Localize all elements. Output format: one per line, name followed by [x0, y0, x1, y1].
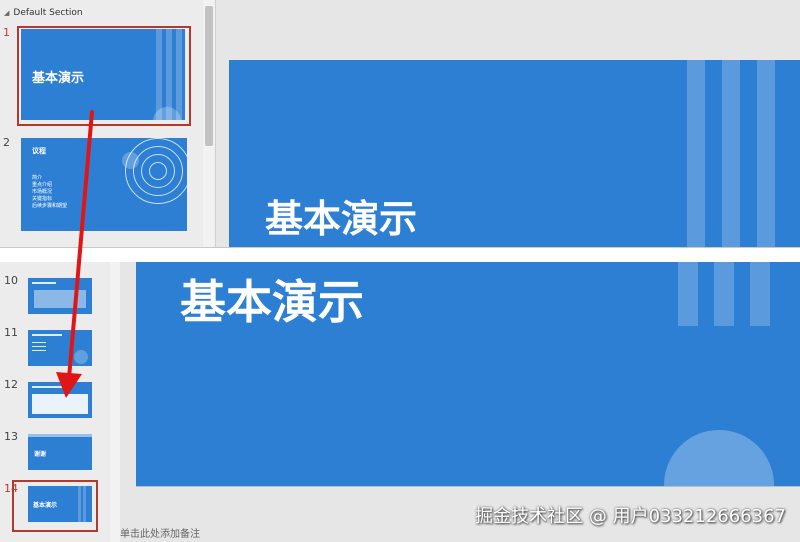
slide-number-12: 12 — [4, 378, 18, 391]
thumbnail-scrollbar[interactable] — [203, 0, 215, 247]
slide-number-1: 1 — [3, 26, 10, 39]
slide-thumbnail-title: 谢谢 — [34, 451, 47, 458]
slide-thumbnail-title: 基本演示 — [32, 71, 85, 86]
thumb-table — [34, 290, 86, 308]
slide-thumbnail-12[interactable] — [28, 382, 92, 418]
slide-thumbnail-title: 基本演示 — [33, 502, 58, 509]
thumb-ring — [149, 162, 167, 180]
thumb-heading — [32, 282, 56, 284]
slide-circle — [664, 430, 774, 486]
slide-canvas[interactable]: 基本演示 — [229, 60, 800, 247]
thumbnail-scrollbar[interactable] — [110, 262, 120, 542]
slide-number-13: 13 — [4, 430, 18, 443]
thumb-stripe — [156, 29, 162, 120]
slide-stripe — [722, 60, 740, 247]
notes-placeholder[interactable]: 单击此处添加备注 — [120, 525, 200, 540]
slide-thumbnail-13[interactable]: 谢谢 — [28, 434, 92, 470]
slide-thumbnail-10[interactable] — [28, 278, 92, 314]
slide-number-10: 10 — [4, 274, 18, 287]
slide-thumbnail-2[interactable]: 议程 简介 重点介绍 市场概况 关键指标 后续步骤和期望 — [21, 138, 187, 231]
watermark-text: 掘金技术社区 @ 用户033212666367 — [475, 506, 786, 527]
thumb-stripe — [83, 486, 86, 522]
thumb-text-line — [32, 342, 46, 343]
slide-thumbnail-14[interactable]: 基本演示 — [28, 486, 92, 522]
slide-canvas[interactable]: 基本演示 — [136, 262, 800, 486]
slide-stripe — [757, 60, 775, 247]
slide-thumbnail-pane: 10 11 12 13 谢谢 14 基本演示 — [0, 262, 111, 542]
thumb-circle — [74, 350, 88, 364]
thumbnail-scrollbar-thumb[interactable] — [205, 6, 213, 146]
agenda-item: 简介 — [32, 175, 43, 181]
slide-stripe — [687, 60, 705, 247]
agenda-item: 关键指标 — [32, 196, 53, 202]
thumb-band — [28, 434, 92, 437]
slide-stripe — [714, 262, 734, 326]
thumb-heading — [32, 386, 62, 388]
thumb-stripe — [176, 29, 182, 120]
slide-title[interactable]: 基本演示 — [265, 188, 417, 243]
slide-thumbnail-11[interactable] — [28, 330, 92, 366]
collapse-triangle-icon[interactable]: ◢ — [4, 9, 9, 17]
thumb-heading — [32, 334, 62, 336]
thumb-stripe — [78, 486, 81, 522]
slide-thumbnail-title: 议程 — [32, 147, 46, 155]
slide-title[interactable]: 基本演示 — [180, 266, 364, 332]
section-header[interactable]: ◢ Default Section — [4, 8, 83, 18]
notes-divider[interactable] — [136, 486, 800, 487]
slide-thumbnail-1[interactable]: 基本演示 — [21, 29, 185, 120]
thumb-table — [32, 394, 88, 414]
thumb-text-line — [32, 346, 46, 347]
slide-number-11: 11 — [4, 326, 18, 339]
slide-stripe — [678, 262, 698, 326]
slide-number-2: 2 — [3, 136, 10, 149]
slide-thumbnail-pane: ◢ Default Section 1 基本演示 2 议程 简介 重点介绍 市场… — [0, 0, 216, 247]
agenda-item: 重点介绍 — [32, 182, 53, 188]
agenda-item: 市场概况 — [32, 189, 53, 195]
slide-stripe — [750, 262, 770, 326]
agenda-item: 后续步骤和期望 — [32, 203, 68, 209]
section-header-label: Default Section — [13, 8, 83, 18]
screenshot-divider — [0, 248, 800, 262]
thumb-text-line — [32, 350, 46, 351]
bottom-editor-pane: 10 11 12 13 谢谢 14 基本演示 基本演示 — [0, 262, 800, 542]
top-editor-pane: ◢ Default Section 1 基本演示 2 议程 简介 重点介绍 市场… — [0, 0, 800, 248]
